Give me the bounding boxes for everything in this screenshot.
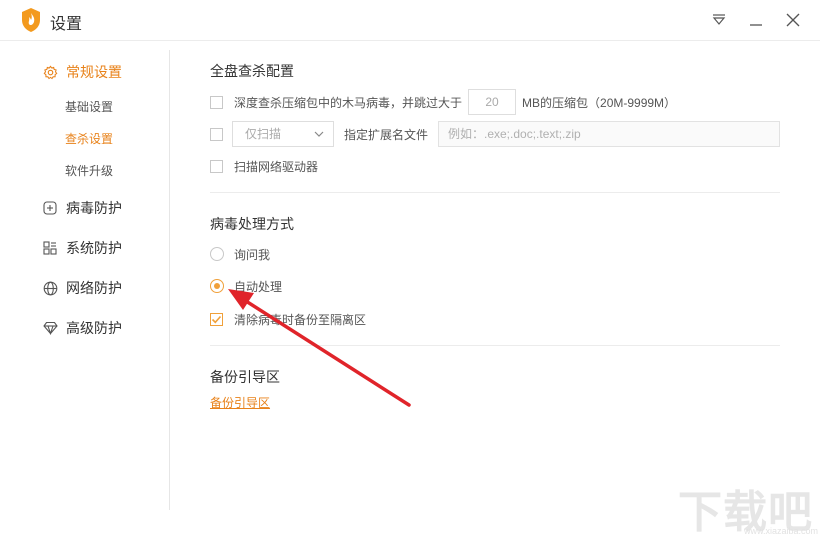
- backup-boot-title: 备份引导区: [210, 369, 280, 385]
- scan-config-title: 全盘查杀配置: [210, 63, 294, 79]
- compressed-size-input[interactable]: 20: [468, 89, 517, 115]
- section-divider: [210, 345, 780, 346]
- globe-icon: [42, 280, 58, 296]
- virus-handling-title: 病毒处理方式: [210, 216, 294, 232]
- watermark-url: www.xiazaiba.com: [744, 526, 819, 536]
- nav-sub-scan-settings[interactable]: 查杀设置: [65, 130, 113, 147]
- checkmark-icon: [211, 315, 222, 323]
- nav-advanced-protection-label: 高级防护: [66, 320, 122, 336]
- scan-mode-value: 仅扫描: [245, 127, 282, 141]
- backup-quarantine-checkbox[interactable]: [210, 312, 223, 326]
- radio-ask-me[interactable]: [210, 247, 224, 261]
- network-drive-checkbox[interactable]: [210, 159, 223, 173]
- nav-system-protection[interactable]: 系统防护: [42, 238, 122, 258]
- chevron-down-icon: [314, 131, 324, 137]
- plus-square-icon: [42, 200, 58, 216]
- compressed-scan-row: 深度查杀压缩包中的木马病毒，并跳过大于 20 MB的压缩包（20M-9999M）: [210, 88, 676, 116]
- nav-network-protection[interactable]: 网络防护: [42, 278, 122, 298]
- diamond-icon: [42, 320, 58, 336]
- nav-general-settings-label: 常规设置: [66, 64, 122, 80]
- radio-ask-me-label: 询问我: [234, 247, 271, 262]
- radio-auto-handle-label: 自动处理: [234, 279, 283, 294]
- compressed-scan-label: 深度查杀压缩包中的木马病毒，并跳过大于: [234, 95, 463, 110]
- sidebar-divider: [169, 50, 170, 510]
- grid-icon: [42, 240, 58, 256]
- menu-dropdown-button[interactable]: [707, 8, 731, 32]
- nav-system-protection-label: 系统防护: [66, 240, 122, 256]
- section-divider: [210, 192, 780, 193]
- nav-virus-protection[interactable]: 病毒防护: [42, 198, 122, 218]
- compressed-scan-checkbox[interactable]: [210, 95, 223, 109]
- app-logo-icon: [22, 8, 40, 32]
- network-drive-row: 扫描网络驱动器: [210, 158, 318, 174]
- radio-ask-me-row[interactable]: 询问我: [210, 246, 270, 262]
- network-drive-label: 扫描网络驱动器: [234, 159, 319, 174]
- ext-label: 指定扩展名文件: [344, 128, 429, 142]
- close-button[interactable]: [781, 8, 805, 32]
- nav-advanced-protection[interactable]: 高级防护: [42, 318, 122, 338]
- radio-auto-handle[interactable]: [210, 279, 224, 293]
- ext-input[interactable]: 例如：.exe;.doc;.text;.zip: [438, 121, 780, 147]
- nav-sub-basic-settings[interactable]: 基础设置: [65, 98, 113, 115]
- nav-virus-protection-label: 病毒防护: [66, 200, 122, 216]
- menu-triangle-icon: [712, 14, 726, 25]
- window-title: 设置: [50, 16, 83, 33]
- close-icon: [786, 13, 800, 27]
- gear-icon: [42, 64, 58, 80]
- ext-scan-row: [210, 127, 234, 141]
- minimize-button[interactable]: [744, 8, 768, 32]
- radio-auto-handle-row[interactable]: 自动处理: [210, 278, 282, 294]
- nav-general-settings[interactable]: 常规设置: [42, 62, 122, 82]
- backup-boot-link[interactable]: 备份引导区: [210, 394, 270, 411]
- backup-quarantine-row[interactable]: 清除病毒时备份至隔离区: [210, 311, 366, 327]
- nav-sub-software-update[interactable]: 软件升级: [65, 162, 113, 179]
- scan-mode-select[interactable]: 仅扫描: [232, 121, 334, 147]
- ext-scan-checkbox[interactable]: [210, 127, 223, 141]
- nav-network-protection-label: 网络防护: [66, 280, 122, 296]
- title-bar: 设置: [0, 0, 820, 41]
- backup-quarantine-label: 清除病毒时备份至隔离区: [234, 312, 367, 327]
- compressed-size-suffix: MB的压缩包（20M-9999M）: [522, 95, 677, 110]
- minimize-icon: [750, 24, 762, 26]
